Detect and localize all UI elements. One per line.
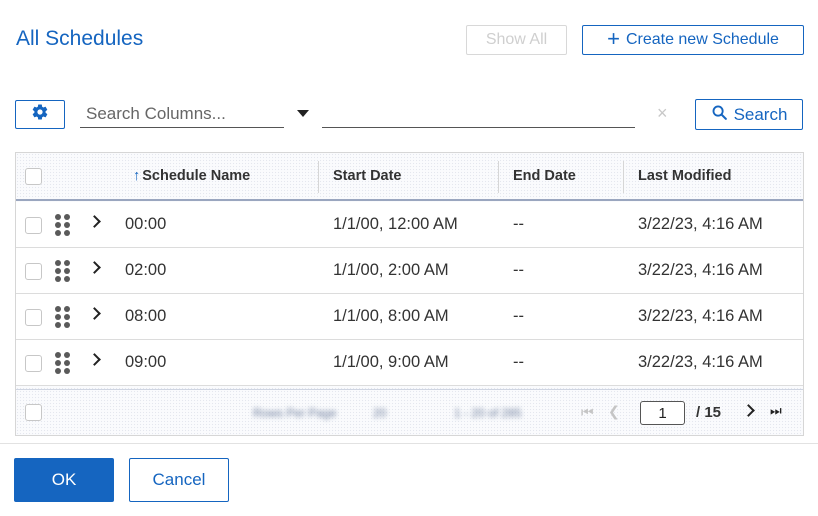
column-header-end-date[interactable]: End Date (513, 168, 576, 184)
schedule-name-cell: 02:00 (125, 261, 167, 279)
search-icon (711, 104, 728, 126)
end-date-cell: -- (513, 307, 524, 325)
end-date-cell: -- (513, 215, 524, 233)
schedule-name-cell: 08:00 (125, 307, 167, 325)
clear-icon[interactable]: × (657, 103, 668, 124)
end-date-cell: -- (513, 261, 524, 279)
first-page-icon[interactable]: ⏮ (581, 404, 594, 421)
last-modified-cell: 3/22/23, 4:16 AM (638, 215, 763, 233)
rows-per-page-label: Rows Per Page (253, 406, 337, 420)
search-label: Search (733, 104, 788, 124)
last-modified-cell: 3/22/23, 4:16 AM (638, 307, 763, 325)
start-date-cell: 1/1/00, 12:00 AM (333, 215, 458, 233)
schedule-name-cell: 09:00 (125, 353, 167, 371)
page-title: All Schedules (16, 27, 144, 50)
column-divider[interactable] (498, 161, 499, 193)
table-row[interactable]: 08:00 1/1/00, 8:00 AM -- 3/22/23, 4:16 A… (16, 294, 803, 340)
sort-ascending-icon: ↑ (133, 168, 141, 184)
drag-handle-icon[interactable] (55, 214, 71, 236)
schedules-grid: ↑ Schedule Name Start Date End Date Last … (15, 152, 804, 436)
next-page-icon[interactable] (742, 404, 755, 417)
table-row[interactable]: 02:00 1/1/00, 2:00 AM -- 3/22/23, 4:16 A… (16, 248, 803, 294)
end-date-cell: -- (513, 353, 524, 371)
grid-header: ↑ Schedule Name Start Date End Date Last … (16, 153, 803, 201)
cancel-button[interactable]: Cancel (129, 458, 229, 502)
row-checkbox[interactable] (25, 309, 42, 326)
table-row[interactable]: 09:00 1/1/00, 9:00 AM -- 3/22/23, 4:16 A… (16, 340, 803, 386)
column-divider[interactable] (318, 161, 319, 193)
expand-chevron-icon[interactable] (88, 353, 101, 366)
ok-button[interactable]: OK (14, 458, 114, 502)
pagination-bar: Rows Per Page 20 1 - 20 of 285 ⏮ ❮ / 15 … (16, 389, 803, 435)
table-row[interactable]: 00:00 1/1/00, 12:00 AM -- 3/22/23, 4:16 … (16, 202, 803, 248)
show-all-button[interactable]: Show All (466, 25, 567, 55)
last-modified-cell: 3/22/23, 4:16 AM (638, 261, 763, 279)
search-value-input[interactable] (322, 101, 635, 128)
total-pages-text: / 15 (696, 404, 722, 421)
gear-icon (31, 103, 49, 126)
column-header-start-date[interactable]: Start Date (333, 168, 402, 184)
expand-chevron-icon[interactable] (88, 307, 101, 320)
drag-handle-icon[interactable] (55, 352, 71, 374)
drag-handle-icon[interactable] (55, 306, 71, 328)
search-columns-input[interactable] (80, 101, 284, 128)
last-modified-cell: 3/22/23, 4:16 AM (638, 353, 763, 371)
row-checkbox[interactable] (25, 263, 42, 280)
start-date-cell: 1/1/00, 2:00 AM (333, 261, 449, 279)
search-button[interactable]: Search (695, 99, 803, 130)
expand-chevron-icon[interactable] (88, 215, 101, 228)
column-divider[interactable] (623, 161, 624, 193)
page-range-text: 1 - 20 of 285 (454, 406, 522, 420)
footer-checkbox[interactable] (25, 404, 42, 421)
column-header-schedule-name[interactable]: ↑ Schedule Name (133, 168, 250, 184)
create-schedule-label: Create new Schedule (625, 31, 779, 48)
drag-handle-icon[interactable] (55, 260, 71, 282)
start-date-cell: 1/1/00, 9:00 AM (333, 353, 449, 371)
column-dropdown-caret-icon[interactable] (297, 110, 309, 117)
row-checkbox[interactable] (25, 355, 42, 372)
expand-chevron-icon[interactable] (88, 261, 101, 274)
previous-page-icon[interactable]: ❮ (608, 403, 620, 420)
select-all-checkbox[interactable] (25, 168, 42, 185)
start-date-cell: 1/1/00, 8:00 AM (333, 307, 449, 325)
page-number-input[interactable] (640, 401, 685, 425)
schedule-name-cell: 00:00 (125, 215, 167, 233)
last-page-icon[interactable]: ⏭ (770, 403, 782, 419)
rows-per-page-select[interactable]: 20 (373, 406, 386, 420)
dialog-divider (0, 443, 818, 444)
plus-icon: + (607, 26, 620, 51)
create-schedule-button[interactable]: + Create new Schedule (582, 25, 804, 55)
row-checkbox[interactable] (25, 217, 42, 234)
settings-button[interactable] (15, 100, 65, 129)
column-header-last-modified[interactable]: Last Modified (638, 168, 731, 184)
